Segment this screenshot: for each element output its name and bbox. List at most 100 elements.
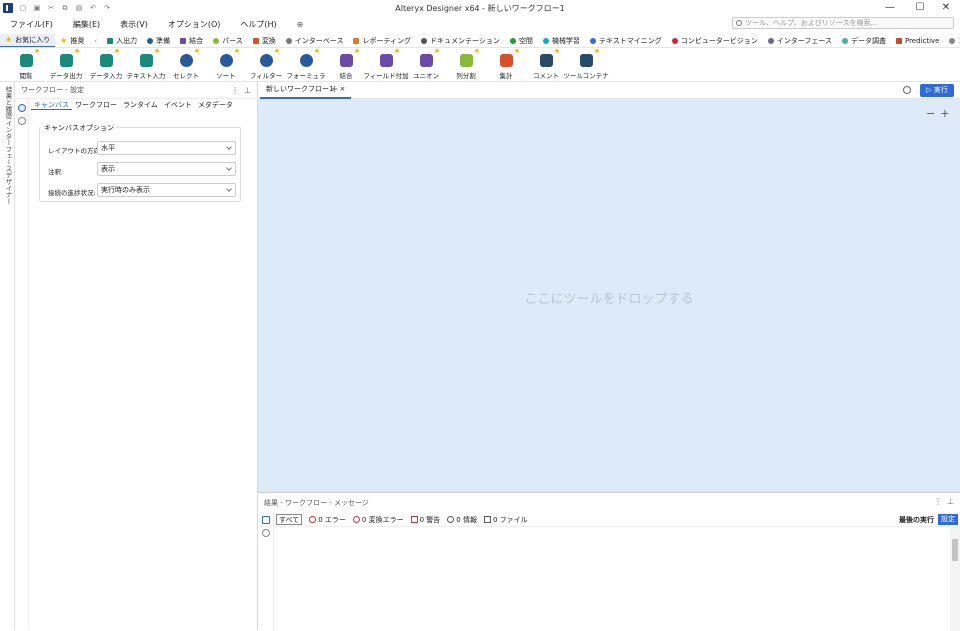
save-icon[interactable]: ▣ [33, 4, 41, 12]
redo-icon[interactable]: ↷ [103, 4, 111, 12]
favorite-star-icon[interactable]: ★ [434, 47, 440, 55]
tool-palette-item[interactable]: ★ ユニオン [406, 47, 446, 82]
tab-events[interactable]: イベント [161, 100, 195, 110]
tool-palette-item[interactable]: ★ 結合 [326, 47, 366, 82]
tool-palette-item[interactable]: ★ 閲覧 [6, 47, 46, 82]
category-tab[interactable]: ドキュメンテーション [416, 34, 505, 47]
menu-file[interactable]: ファイル(F) [0, 19, 63, 30]
favorite-star-icon[interactable]: ★ [74, 47, 80, 55]
category-tab[interactable]: ★ お気に入り [0, 34, 56, 47]
tool-palette-item[interactable]: ★ コメント [526, 47, 566, 82]
favorite-star-icon[interactable]: ★ [34, 47, 40, 55]
favorite-star-icon[interactable]: ★ [234, 47, 240, 55]
tool-palette-item[interactable]: ★ 列分割 [446, 47, 486, 82]
tab-workflow[interactable]: ワークフロー [72, 100, 120, 110]
category-tab[interactable]: コネクタ [944, 34, 960, 47]
category-tab[interactable]: パース [208, 34, 248, 47]
category-tab[interactable]: Predictive [891, 34, 945, 47]
category-tab[interactable]: 入出力 [102, 34, 142, 47]
category-tab[interactable]: インターフェース [763, 34, 837, 47]
category-tab[interactable]: ★ 推奨 [55, 34, 89, 47]
last-run-label[interactable]: 最後の実行 [899, 515, 934, 525]
filter-warnings[interactable]: 0 警告 [410, 515, 440, 525]
filter-all[interactable]: すべて [276, 514, 303, 525]
favorite-star-icon[interactable]: ★ [514, 47, 520, 55]
help-icon[interactable] [18, 117, 26, 125]
interface-designer-tab[interactable]: インターフェースデザイナー [3, 120, 13, 205]
tab-canvas[interactable]: キャンバス [31, 100, 72, 110]
annotation-select[interactable]: 表示 [97, 162, 236, 176]
tool-palette-item[interactable]: ★ テキスト入力 [126, 47, 166, 82]
filter-conversion-errors[interactable]: 0 変換エラー [352, 515, 404, 525]
category-tab[interactable]: コンピュータービジョン [667, 34, 763, 47]
category-tab[interactable]: 機械学習 [538, 34, 585, 47]
new-file-icon[interactable]: ▢ [19, 4, 27, 12]
menu-edit[interactable]: 編集(E) [63, 19, 110, 30]
results-scrollbar[interactable] [950, 527, 960, 631]
filter-errors[interactable]: 0 エラー [309, 515, 346, 525]
scrollbar-thumb[interactable] [952, 539, 958, 561]
minimize-button[interactable]: — [876, 0, 904, 16]
favorite-star-icon[interactable]: ★ [194, 47, 200, 55]
connection-progress-value: 実行時のみ表示 [101, 186, 150, 194]
close-tab-icon[interactable]: × [339, 81, 345, 98]
scroll-left-icon[interactable]: ‹ [89, 34, 102, 47]
paste-icon[interactable]: ▤ [75, 4, 83, 12]
filter-info[interactable]: 0 情報 [447, 515, 477, 525]
tool-palette-item[interactable]: ★ ツールコンテナ [563, 47, 608, 82]
zoom-controls[interactable]: −+ [926, 107, 954, 120]
favorite-star-icon[interactable]: ★ [554, 47, 560, 55]
history-icon[interactable] [903, 86, 911, 94]
search-input[interactable]: ツール、ヘルプ、およびリソースを検索... [732, 17, 954, 29]
tool-palette-item[interactable]: ★ フィルター [246, 47, 286, 82]
pin-icon[interactable]: ⊥ [244, 86, 251, 95]
run-button[interactable]: ▷ 実行 [920, 84, 954, 97]
connection-progress-select[interactable]: 実行時のみ表示 [97, 183, 236, 197]
favorite-star-icon[interactable]: ★ [154, 47, 160, 55]
favorite-star-icon[interactable]: ★ [314, 47, 320, 55]
category-tab[interactable]: レポーティング [348, 34, 416, 47]
favorite-star-icon[interactable]: ★ [354, 47, 360, 55]
tool-palette-item[interactable]: ★ フィールド付加 [363, 47, 408, 82]
tab-metadata[interactable]: メタデータ [195, 100, 236, 110]
tool-palette-item[interactable]: ★ ソート [206, 47, 246, 82]
menu-help[interactable]: ヘルプ(H) [230, 19, 286, 30]
menu-view[interactable]: 表示(V) [110, 19, 158, 30]
favorite-star-icon[interactable]: ★ [274, 47, 280, 55]
menu-options[interactable]: オプション(O) [158, 19, 231, 30]
undo-icon[interactable]: ↶ [89, 4, 97, 12]
pin-icon[interactable]: ⊥ [947, 497, 954, 506]
maximize-button[interactable]: ☐ [906, 0, 934, 16]
help-icon[interactable] [262, 529, 270, 537]
tool-palette-item[interactable]: ★ データ出力 [46, 47, 86, 82]
favorite-star-icon[interactable]: ★ [594, 47, 600, 55]
tab-runtime[interactable]: ランタイム [120, 100, 161, 110]
close-button[interactable]: ✕ [932, 0, 960, 16]
category-tab[interactable]: 準備 [142, 34, 175, 47]
favorite-star-icon[interactable]: ★ [474, 47, 480, 55]
category-tab[interactable]: 空間 [505, 34, 538, 47]
filter-files[interactable]: 0 ファイル [483, 515, 528, 525]
copy-icon[interactable]: ⧉ [61, 4, 69, 12]
cut-icon[interactable]: ✂ [47, 4, 55, 12]
more-options-icon[interactable]: ⋮ [934, 497, 942, 506]
tool-palette-item[interactable]: ★ セレクト [166, 47, 206, 82]
favorite-star-icon[interactable]: ★ [394, 47, 400, 55]
category-tab[interactable]: 結合 [175, 34, 208, 47]
more-options-icon[interactable]: ⋮ [231, 86, 239, 95]
favorite-star-icon[interactable]: ★ [114, 47, 120, 55]
add-tab-button[interactable]: + [330, 84, 338, 95]
category-tab[interactable]: インターベース [281, 34, 349, 47]
category-tab[interactable]: テキストマイニング [585, 34, 667, 47]
tool-palette-item[interactable]: ★ 集計 [486, 47, 526, 82]
globe-icon[interactable]: ⊕ [287, 20, 314, 29]
tool-palette-item[interactable]: ★ データ入力 [86, 47, 126, 82]
category-tab[interactable]: データ調査 [837, 34, 891, 47]
category-tab[interactable]: 変換 [248, 34, 281, 47]
gear-icon[interactable] [18, 104, 26, 112]
tool-palette-item[interactable]: ★ フォーミュラ [286, 47, 326, 82]
layout-direction-select[interactable]: 水平 [97, 141, 236, 155]
workflow-canvas[interactable]: −+ ここにツールをドロップする [258, 99, 960, 492]
settings-button[interactable]: 設定 [938, 514, 958, 525]
results-history-tab[interactable]: 結果と履歴 [3, 86, 13, 119]
